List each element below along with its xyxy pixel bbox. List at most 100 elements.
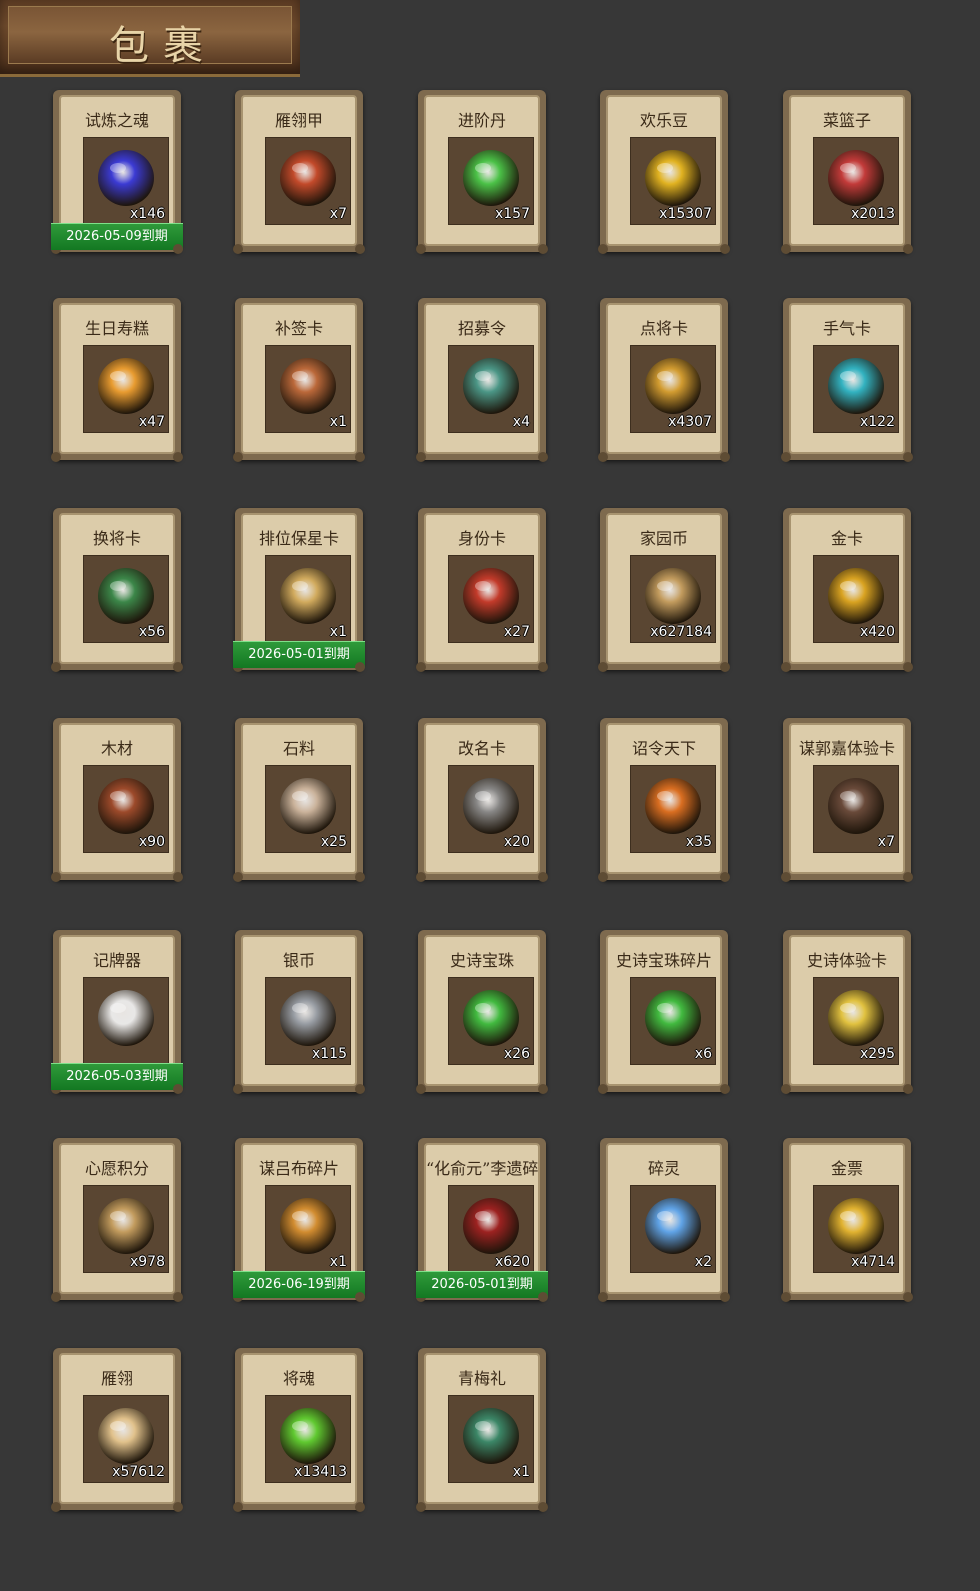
item-card[interactable]: 改名卡 x20 (416, 718, 548, 882)
item-name: 身份卡 (457, 529, 506, 548)
item-quantity: x35 (685, 834, 712, 850)
item-card-panel: 补签卡 x1 (241, 303, 357, 454)
item-quantity: x56 (138, 624, 165, 640)
item-card[interactable]: 木材 x90 (51, 718, 183, 882)
item-name: 家园币 (639, 529, 688, 548)
item-quantity: x4714 (851, 1254, 895, 1270)
item-card[interactable]: 雁翎甲 x7 (233, 90, 365, 254)
item-quantity: x1 (329, 1254, 347, 1270)
item-quantity: x27 (503, 624, 530, 640)
item-card-panel: 青梅礼 x1 (424, 1353, 540, 1504)
item-card[interactable]: 招募令 x4 (416, 298, 548, 462)
item-quantity: x57612 (112, 1464, 165, 1480)
item-card[interactable]: 谋郭嘉体验卡 x7 (781, 718, 913, 882)
item-name: 心愿积分 (84, 1159, 149, 1178)
item-card[interactable]: 换将卡 x56 (51, 508, 183, 672)
item-card-panel: 菜篮子 x2013 (789, 95, 905, 246)
item-quantity: x13413 (294, 1464, 347, 1480)
item-card[interactable]: 试炼之魂 x146 2026-05-09到期 (51, 90, 183, 254)
item-name: 改名卡 (457, 739, 506, 758)
recruit-token-icon: x4 (448, 345, 534, 433)
item-card[interactable]: 家园币 x627184 (598, 508, 730, 672)
item-card[interactable]: 谋吕布碎片 x1 2026-06-19到期 (233, 1138, 365, 1302)
item-card-panel: 金卡 x420 (789, 513, 905, 664)
item-card-panel: 诏令天下 x35 (606, 723, 722, 874)
golden-beans-icon: x15307 (630, 137, 716, 225)
item-card[interactable]: 排位保星卡 x1 2026-05-01到期 (233, 508, 365, 672)
item-quantity: x2 (694, 1254, 712, 1270)
item-card[interactable]: 心愿积分 x978 (51, 1138, 183, 1302)
item-quantity: x15307 (659, 206, 712, 222)
item-card[interactable]: 石料 x25 (233, 718, 365, 882)
item-quantity: x7 (329, 206, 347, 222)
item-quantity: x115 (311, 1046, 347, 1062)
item-card[interactable]: 金卡 x420 (781, 508, 913, 672)
item-card[interactable]: 补签卡 x1 (233, 298, 365, 462)
item-card[interactable]: “化俞元”李遗碎片 x6202026-05-01到期 (416, 1138, 548, 1302)
blue-crystal-icon: x2 (630, 1185, 716, 1273)
item-name: 生日寿糕 (84, 319, 149, 338)
item-card[interactable]: 点将卡 x4307 (598, 298, 730, 462)
item-quantity: x6 (694, 1046, 712, 1062)
item-card-panel: 雁翎甲 x7 (241, 95, 357, 246)
item-card[interactable]: 金票 x4714 (781, 1138, 913, 1302)
item-quantity: x20 (503, 834, 530, 850)
green-shard-icon: x6 (630, 977, 716, 1065)
general-soul-icon: x13413 (265, 1395, 351, 1483)
item-expiry-badge: 2026-05-01到期 (233, 641, 365, 668)
item-card-panel: 木材 x90 (59, 723, 175, 874)
rename-card-icon: x20 (448, 765, 534, 853)
item-card[interactable]: 史诗体验卡 x295 (781, 930, 913, 1094)
item-name: 手气卡 (822, 319, 871, 338)
item-card[interactable]: 将魂 x13413 (233, 1348, 365, 1512)
puzzle-piece-icon: x1 (265, 1185, 351, 1273)
item-card[interactable]: 史诗宝珠 x26 (416, 930, 548, 1094)
item-card[interactable]: 欢乐豆 x15307 (598, 90, 730, 254)
flower-basket-icon: x2013 (813, 137, 899, 225)
item-expiry-badge: 2026-06-19到期 (233, 1271, 365, 1298)
item-card[interactable]: 史诗宝珠碎片 x6 (598, 930, 730, 1094)
item-name: 试炼之魂 (84, 111, 149, 130)
item-card-panel: 点将卡 x4307 (606, 303, 722, 454)
item-name: 将魂 (282, 1369, 315, 1388)
item-name: 菜篮子 (822, 111, 871, 130)
item-name: 诏令天下 (631, 739, 696, 758)
item-card[interactable]: 记牌器 2026-05-03到期 (51, 930, 183, 1094)
item-quantity: x146 (129, 206, 165, 222)
item-card[interactable]: 进阶丹 x157 (416, 90, 548, 254)
item-card[interactable]: 碎灵 x2 (598, 1138, 730, 1302)
item-card[interactable]: 青梅礼 x1 (416, 1348, 548, 1512)
item-name: 招募令 (457, 319, 506, 338)
item-quantity: x1 (329, 624, 347, 640)
item-name: 金票 (830, 1159, 863, 1178)
item-card-panel: 碎灵 x2 (606, 1143, 722, 1294)
item-card[interactable]: 手气卡 x122 (781, 298, 913, 462)
gold-ticket-scroll-icon: x4714 (813, 1185, 899, 1273)
wood-icon: x90 (83, 765, 169, 853)
home-coin-icon: x627184 (630, 555, 716, 643)
gold-card-icon: x420 (813, 555, 899, 643)
rank-star-card-icon: x1 (265, 555, 351, 643)
item-card[interactable]: 银币 x115 (233, 930, 365, 1094)
general-card-icon: x4307 (630, 345, 716, 433)
item-name: 换将卡 (92, 529, 141, 548)
item-quantity: x26 (503, 1046, 530, 1062)
item-card[interactable]: 身份卡 x27 (416, 508, 548, 672)
item-card[interactable]: 诏令天下 x35 (598, 718, 730, 882)
hero-portrait-icon: x7 (813, 765, 899, 853)
item-card[interactable]: 生日寿糕 x47 (51, 298, 183, 462)
item-card[interactable]: 雁翎 x57612 (51, 1348, 183, 1512)
birthday-cake-icon: x47 (83, 345, 169, 433)
item-name: 谋吕布碎片 (258, 1159, 339, 1178)
item-card-panel: 家园币 x627184 (606, 513, 722, 664)
warrior-portrait-icon: x620 (448, 1185, 534, 1273)
item-quantity: x47 (138, 414, 165, 430)
item-card[interactable]: 菜篮子 x2013 (781, 90, 913, 254)
item-card-panel: 史诗宝珠 x26 (424, 935, 540, 1086)
item-name: 进阶丹 (457, 111, 506, 130)
stone-icon: x25 (265, 765, 351, 853)
item-name: 补签卡 (274, 319, 323, 338)
item-name: 雁翎 (100, 1369, 133, 1388)
item-name: 木材 (100, 739, 133, 758)
item-name: 史诗宝珠 (449, 951, 514, 970)
